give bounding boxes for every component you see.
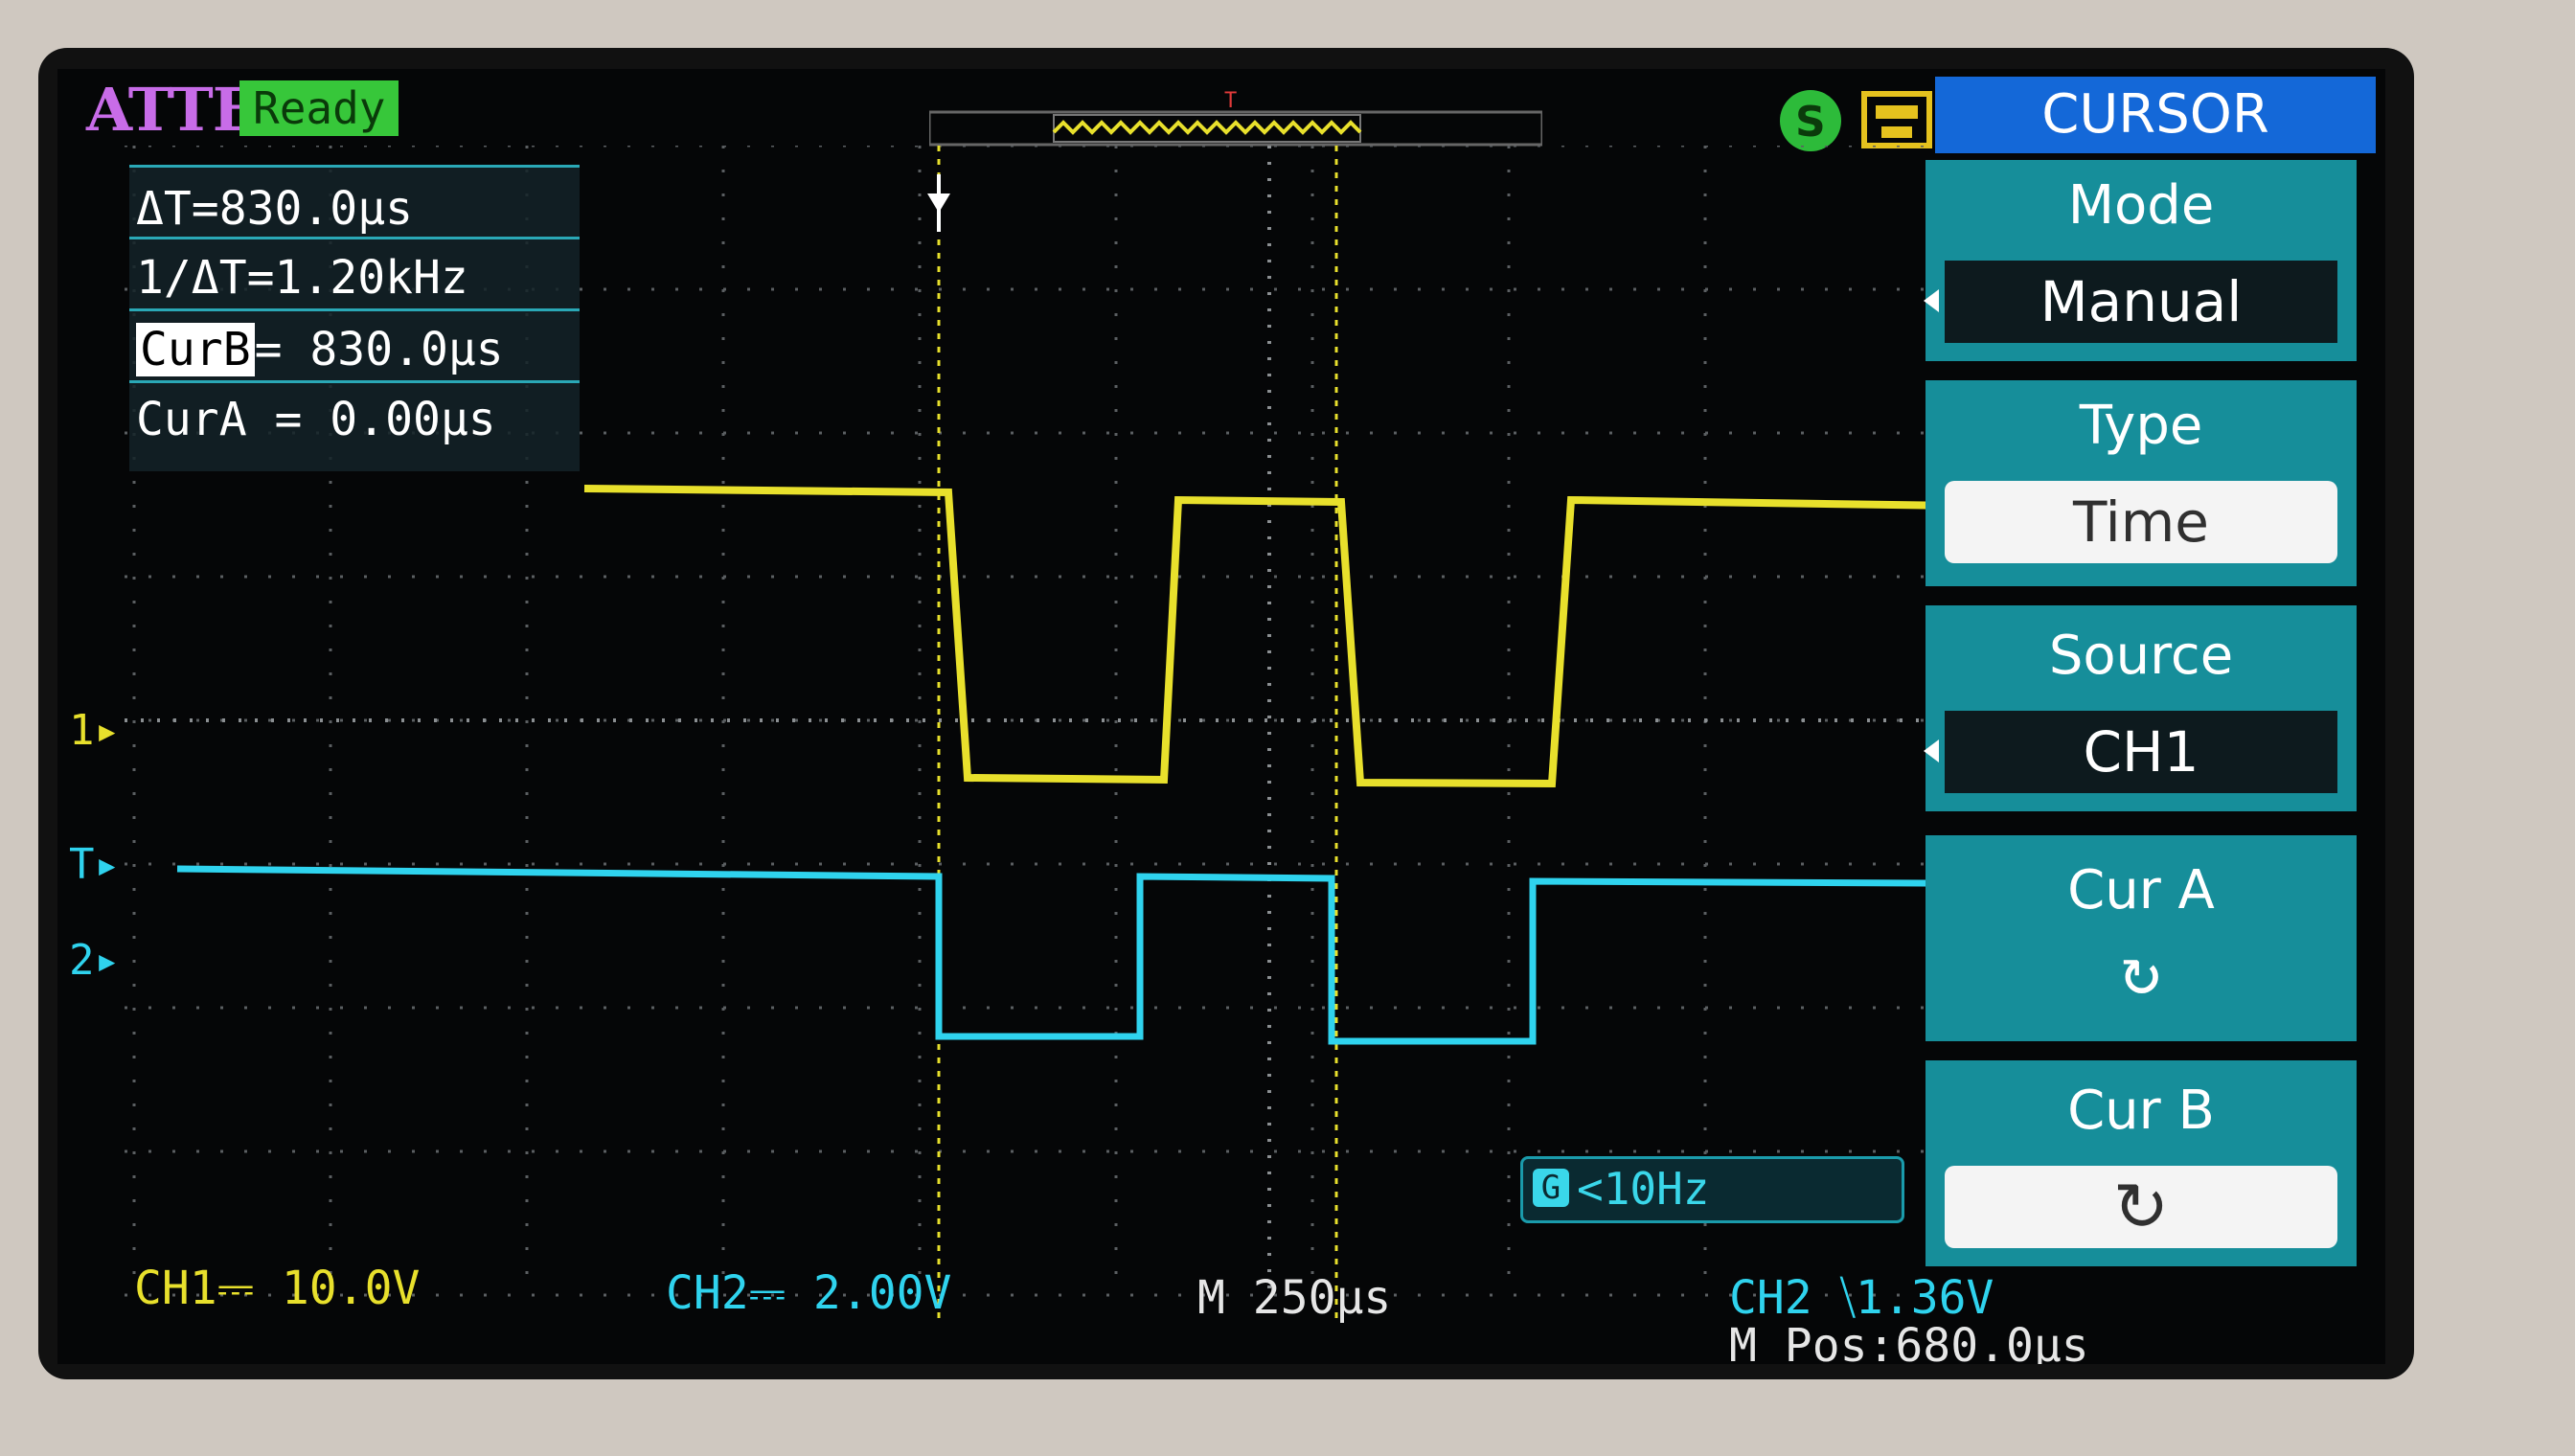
trigger-marker: T xyxy=(1224,89,1237,113)
readout-divider xyxy=(129,165,580,168)
cursor-b-readout: CurB= 830.0μs xyxy=(136,323,504,376)
trigger-level-marker: T▸ xyxy=(69,840,120,889)
cur-b-menu-button[interactable]: Cur B ↻ xyxy=(1926,1060,2357,1266)
ch1-marker: 1▸ xyxy=(69,706,120,755)
source-menu-button[interactable]: Source CH1 xyxy=(1924,605,2357,811)
type-label: Type xyxy=(2079,395,2203,457)
svg-text:S: S xyxy=(1795,98,1826,147)
delta-t-readout: ΔT=830.0μs xyxy=(136,182,413,236)
mode-value: Manual xyxy=(1945,261,2337,343)
ch2-waveform xyxy=(176,865,1926,1045)
inverse-delta-t-readout: 1/ΔT=1.20kHz xyxy=(136,251,468,305)
oscilloscope-screen: ATTEN Ready T S 1▸ T▸ 2▸ ΔT=830.0μs 1/ΔT… xyxy=(57,69,2385,1364)
type-value: Time xyxy=(1945,481,2337,563)
acquisition-status-badge: Ready xyxy=(239,80,399,136)
readout-divider xyxy=(129,308,580,311)
cur-a-menu-button[interactable]: Cur A ↻ xyxy=(1926,835,2357,1041)
cursor-menu: CURSOR Mode Manual Type Time Source CH1 … xyxy=(1924,69,2385,1364)
source-select-arrow-icon xyxy=(1924,739,1939,762)
cursor-a-readout: CurA = 0.00μs xyxy=(136,393,496,446)
ch2-scale: CH2⎓ 2.00V xyxy=(666,1266,952,1320)
readout-divider xyxy=(129,380,580,383)
timebase-readout: M 250μs xyxy=(1197,1271,1392,1325)
gate-icon: G xyxy=(1533,1169,1569,1207)
source-value: CH1 xyxy=(1945,711,2337,793)
readout-divider xyxy=(129,237,580,239)
mode-menu-button[interactable]: Mode Manual xyxy=(1924,160,2357,361)
rotate-knob-icon: ↻ xyxy=(1945,1166,2337,1248)
rotate-knob-icon: ↻ xyxy=(2120,931,2162,1010)
cur-a-label: Cur A xyxy=(2067,859,2215,921)
ch1-waveform xyxy=(583,485,1926,788)
cur-b-label: Cur B xyxy=(2067,1080,2215,1142)
frequency-counter: G <10Hz xyxy=(1520,1156,1904,1223)
mode-select-arrow-icon xyxy=(1924,289,1939,312)
cursor-b-selected-label: CurB xyxy=(136,323,255,376)
menu-title: CURSOR xyxy=(1935,77,2376,153)
type-menu-button[interactable]: Type Time xyxy=(1926,380,2357,586)
ch2-marker: 2▸ xyxy=(69,936,120,985)
mode-label: Mode xyxy=(2067,174,2215,237)
source-label: Source xyxy=(2048,625,2234,687)
ch1-scale: CH1⎓ 10.0V xyxy=(134,1262,421,1315)
